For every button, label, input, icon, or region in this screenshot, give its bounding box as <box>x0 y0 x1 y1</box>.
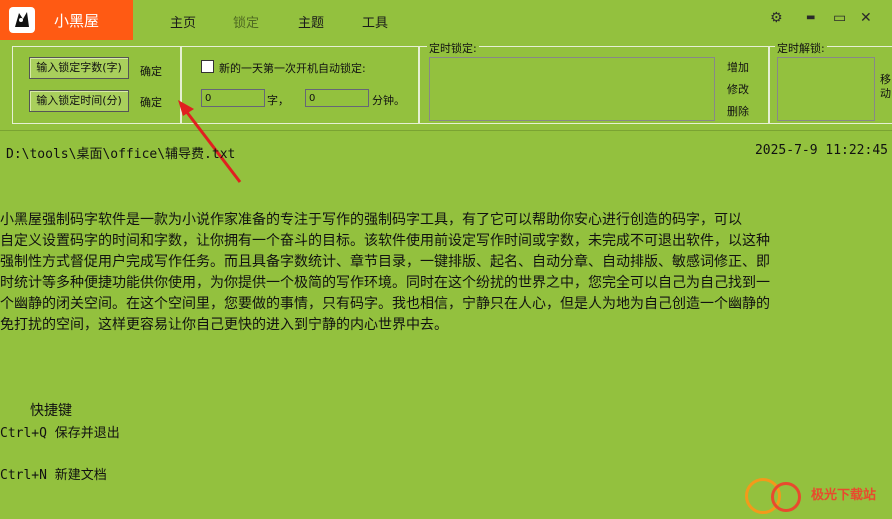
shortcuts-heading: 快捷键 <box>30 403 72 419</box>
shortcut-save-exit: Ctrl+Q 保存并退出 <box>0 426 120 441</box>
paragraph-line: 自定义设置码字的时间和字数，让你拥有一个奋斗的目标。该软件使用前设定写作时间或字… <box>0 233 770 249</box>
paragraph-line: 强制性方式督促用户完成写作任务。而且具备字数统计、章节目录，一键排版、起名、自动… <box>0 254 770 270</box>
shortcut-new-doc: Ctrl+N 新建文档 <box>0 468 107 483</box>
paragraph-line: 免打扰的空间，这样更容易让你自己更快的进入到宁静的内心世界中去。 <box>0 317 448 333</box>
watermark-logo-icon <box>771 482 801 512</box>
file-path: D:\tools\桌面\office\辅导费.txt <box>6 147 236 162</box>
text-editor[interactable]: 小黑屋强制码字软件是一款为小说作家准备的专注于写作的强制码字工具，有了它可以帮助… <box>0 210 892 336</box>
paragraph-line: 时统计等多种便捷功能供你使用，为你提供一个极简的写作环境。同时在这个纷扰的世界之… <box>0 275 770 291</box>
watermark-text: 极光下载站 <box>811 488 877 503</box>
paragraph-line: 小黑屋强制码字软件是一款为小说作家准备的专注于写作的强制码字工具，有了它可以帮助… <box>0 212 742 228</box>
current-datetime: 2025-7-9 11:22:45 <box>754 143 888 158</box>
paragraph-line: 个幽静的闭关空间。在这个空间里，您要做的事情，只有码字。我也相信，宁静只在人心，… <box>0 296 770 312</box>
